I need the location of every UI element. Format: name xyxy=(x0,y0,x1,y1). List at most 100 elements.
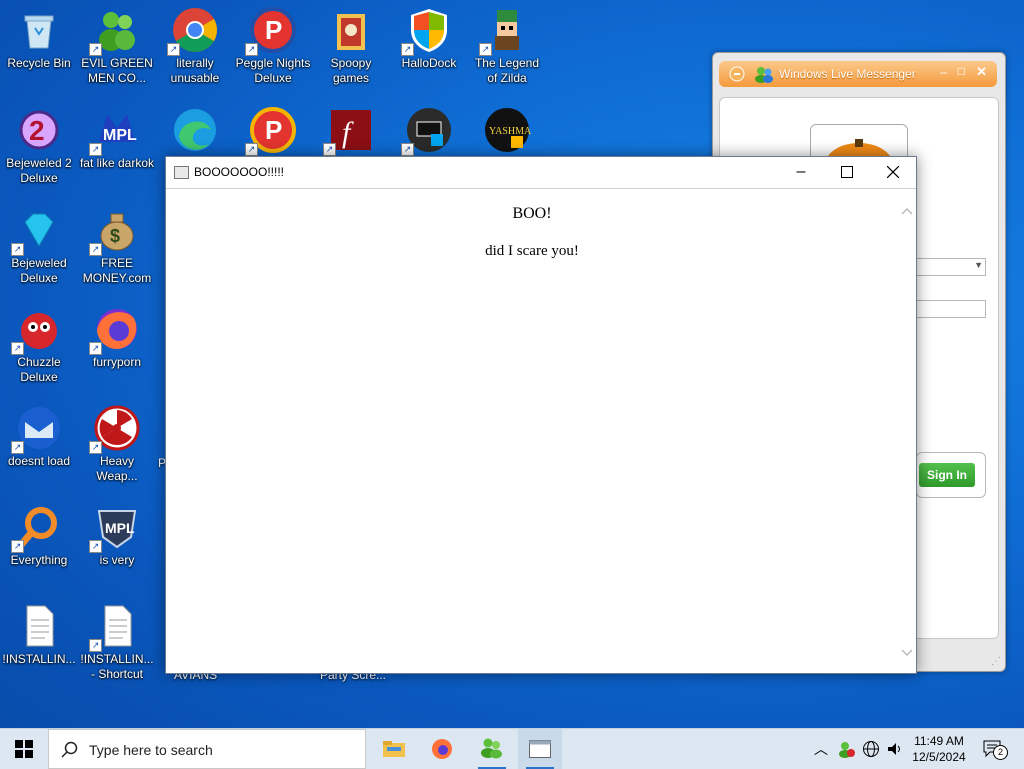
document-icon xyxy=(15,602,63,650)
desktop-icon-is-very[interactable]: MPL ↗ is very xyxy=(78,497,156,568)
desktop-icon-label: Bejeweled 2 Deluxe xyxy=(6,156,72,185)
desktop-icon-bejeweled-2[interactable]: 2 Bejeweled 2 Deluxe xyxy=(0,100,78,186)
shortcut-arrow-icon: ↗ xyxy=(401,43,414,56)
flash-icon: f ↗ xyxy=(323,106,375,156)
shortcut-arrow-icon: ↗ xyxy=(323,143,336,156)
shortcut-arrow-icon: ↗ xyxy=(167,43,180,56)
messenger-menu-icon[interactable] xyxy=(729,66,745,82)
desktop-icon-everything[interactable]: ↗ Everything xyxy=(0,497,78,568)
firefox-icon xyxy=(432,739,452,759)
search-icon xyxy=(61,741,78,758)
desktop-icon-chrome[interactable]: ↗ literally unusable xyxy=(156,0,234,86)
shield-icon: ↗ xyxy=(401,6,453,56)
messenger-titlebar[interactable]: Windows Live Messenger – □ ✕ xyxy=(719,61,997,87)
shortcut-arrow-icon: ↗ xyxy=(245,43,258,56)
maximize-button[interactable] xyxy=(824,157,870,188)
peggle-icon: P ↗ xyxy=(245,106,297,156)
mpl-badge-icon: MPL ↗ xyxy=(89,503,141,553)
password-field[interactable] xyxy=(916,300,986,318)
desktop-icon-edge[interactable] xyxy=(156,100,234,156)
desktop-icon-peggle-nights[interactable]: P ↗ Peggle Nights Deluxe xyxy=(234,0,312,86)
desktop-icon-label: literally unusable xyxy=(170,56,220,85)
dialog-titlebar[interactable]: BOOOOOOO!!!!! – xyxy=(166,157,916,189)
desktop-icon-label: EVIL GREEN MEN CO... xyxy=(81,56,153,85)
desktop-icon-recycle-bin[interactable]: Recycle Bin xyxy=(0,0,78,71)
taskbar-clock[interactable]: 11:49 AM 12/5/2024 xyxy=(906,733,972,765)
bejeweled2-icon: 2 xyxy=(15,106,63,154)
desktop-icon-chuzzle-deluxe[interactable]: ↗ Chuzzle Deluxe xyxy=(0,299,78,385)
desktop-icon-label: doesnt load xyxy=(7,454,71,468)
vertical-scrollbar[interactable] xyxy=(898,189,916,673)
window-app-icon xyxy=(529,740,551,758)
scroll-down-icon[interactable] xyxy=(898,645,916,661)
folder-icon xyxy=(327,6,375,54)
folder-icon xyxy=(383,741,405,757)
desktop-icon-peggle[interactable]: P ↗ xyxy=(234,100,312,156)
desktop-icon-label: Bejeweled Deluxe xyxy=(11,256,67,285)
chrome-icon: ↗ xyxy=(167,6,219,56)
taskbar-dialog-app[interactable] xyxy=(518,729,562,769)
mpl-logo-icon: MPL ↗ xyxy=(89,106,141,156)
taskbar-firefox[interactable] xyxy=(420,729,464,769)
messenger-buddies-icon xyxy=(481,738,502,759)
svg-text:2: 2 xyxy=(29,115,45,146)
desktop-icon-yashma[interactable]: YASHMA xyxy=(468,100,546,156)
desktop-icon-flash[interactable]: f ↗ xyxy=(312,100,390,156)
desktop-icon-label: Everything xyxy=(10,553,68,567)
globe-network-icon[interactable] xyxy=(862,740,880,758)
shortcut-arrow-icon: ↗ xyxy=(89,143,102,156)
thunderbird-icon: ↗ xyxy=(11,404,63,454)
sign-in-button[interactable]: Sign In xyxy=(919,463,975,487)
taskbar-search-box[interactable]: Type here to search xyxy=(48,729,366,769)
peggle-icon: P ↗ xyxy=(245,6,297,56)
close-icon[interactable]: ✕ xyxy=(976,64,987,80)
close-button[interactable] xyxy=(870,157,916,188)
desktop-icon-furryporn[interactable]: ↗ furryporn xyxy=(78,299,156,370)
desktop-icon-bejeweled-deluxe[interactable]: ↗ Bejeweled Deluxe xyxy=(0,200,78,286)
messenger-buddies-icon: ↗ xyxy=(89,6,141,56)
notification-center-button[interactable]: 2 xyxy=(982,739,1008,760)
desktop-icon-spoopy-games[interactable]: Spoopy games xyxy=(312,0,390,86)
desktop-icon-evil-green-men[interactable]: ↗ EVIL GREEN MEN CO... xyxy=(78,0,156,86)
maximize-icon xyxy=(841,166,853,178)
desktop-icon-label: The Legend of Zilda xyxy=(474,56,540,85)
desktop-icon-label: !INSTALLIN... - Shortcut xyxy=(80,652,154,681)
desktop-icon-label: FREE MONEY.com xyxy=(82,256,152,285)
desktop-icon-label: Chuzzle Deluxe xyxy=(17,355,61,384)
dialog-window[interactable]: BOOOOOOO!!!!! – BOO! did I scare you! xyxy=(165,156,917,674)
email-dropdown[interactable]: ▼ xyxy=(916,258,986,276)
windows-logo-icon xyxy=(15,740,33,758)
desktop-icon-hallodock[interactable]: ↗ HalloDock xyxy=(390,0,468,71)
resize-grip-icon[interactable]: ⋰ xyxy=(991,656,1001,667)
firefox-icon: ↗ xyxy=(89,305,141,355)
messenger-tray-icon[interactable] xyxy=(838,740,856,758)
desktop-icon-legend-of-zilda[interactable]: ↗ The Legend of Zilda xyxy=(468,0,546,86)
desktop-icon-label: Recycle Bin xyxy=(7,56,71,70)
desktop-icon-doesnt-load[interactable]: ↗ doesnt load xyxy=(0,398,78,469)
start-button[interactable] xyxy=(0,729,48,769)
minimize-button[interactable]: – xyxy=(778,157,824,188)
desktop-icon-heavy-weapons[interactable]: ↗ Heavy Weap... xyxy=(78,398,156,484)
volume-speaker-icon[interactable] xyxy=(886,740,904,758)
yashma-icon: YASHMA xyxy=(483,106,532,154)
window-app-icon xyxy=(174,166,189,179)
shortcut-arrow-icon: ↗ xyxy=(89,342,102,355)
shortcut-arrow-icon: ↗ xyxy=(11,441,24,454)
show-hidden-icons-chevron-up-icon[interactable]: ︿ xyxy=(814,739,828,759)
chuzzle-icon: ↗ xyxy=(11,305,63,355)
desktop-icon-fat-like-darkok[interactable]: MPL ↗ fat like darkok xyxy=(78,100,156,171)
desktop-icon-free-money[interactable]: $ ↗ FREE MONEY.com xyxy=(78,200,156,286)
svg-text:$: $ xyxy=(110,226,120,246)
desktop-icon-label: HalloDock xyxy=(401,56,457,70)
maximize-icon[interactable]: □ xyxy=(958,64,965,78)
taskbar-file-explorer[interactable] xyxy=(372,729,416,769)
shortcut-arrow-icon: ↗ xyxy=(245,143,258,156)
desktop-icon-installing-shortcut[interactable]: ↗ !INSTALLIN... - Shortcut xyxy=(78,596,156,682)
taskbar-messenger[interactable] xyxy=(470,729,514,769)
desktop-icon-dark-app[interactable]: ↗ xyxy=(390,100,468,156)
desktop-icon-installing[interactable]: !INSTALLIN... xyxy=(0,596,78,667)
zelda-character-icon: ↗ xyxy=(479,6,531,56)
minimize-icon[interactable]: – xyxy=(940,65,947,79)
search-magnifier-icon: ↗ xyxy=(11,503,63,553)
scroll-up-icon[interactable] xyxy=(898,203,916,219)
